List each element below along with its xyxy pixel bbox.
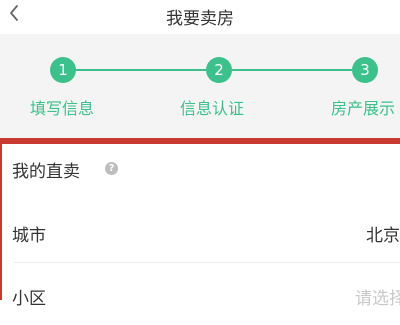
- question-circle-icon[interactable]: ?: [105, 162, 118, 175]
- nav-header: 我要卖房: [0, 0, 400, 34]
- community-label: 小区: [12, 289, 46, 309]
- step-connector: [232, 69, 352, 71]
- section-title: 我的直卖: [12, 162, 80, 182]
- page-title: 我要卖房: [166, 9, 234, 29]
- city-value: 北京: [366, 226, 400, 246]
- step-connector: [76, 69, 206, 71]
- step-2-label: 信息认证: [180, 99, 245, 118]
- step-1-circle: 1: [50, 57, 76, 83]
- divider: [14, 262, 400, 263]
- community-placeholder: 请选择: [355, 289, 400, 309]
- community-row[interactable]: 小区 请选择: [4, 267, 400, 325]
- city-label: 城市: [12, 226, 46, 246]
- progress-steps: 1 2 3 填写信息 信息认证 房产展示: [0, 34, 400, 138]
- step-1-label: 填写信息: [30, 99, 95, 118]
- step-2-circle: 2: [206, 57, 232, 83]
- step-3-label: 房产展示: [331, 99, 396, 118]
- direct-sale-form: 我的直卖 ? 城市 北京 小区 请选择: [0, 138, 400, 309]
- city-row[interactable]: 城市 北京: [4, 204, 400, 262]
- step-3-circle: 3: [352, 57, 378, 83]
